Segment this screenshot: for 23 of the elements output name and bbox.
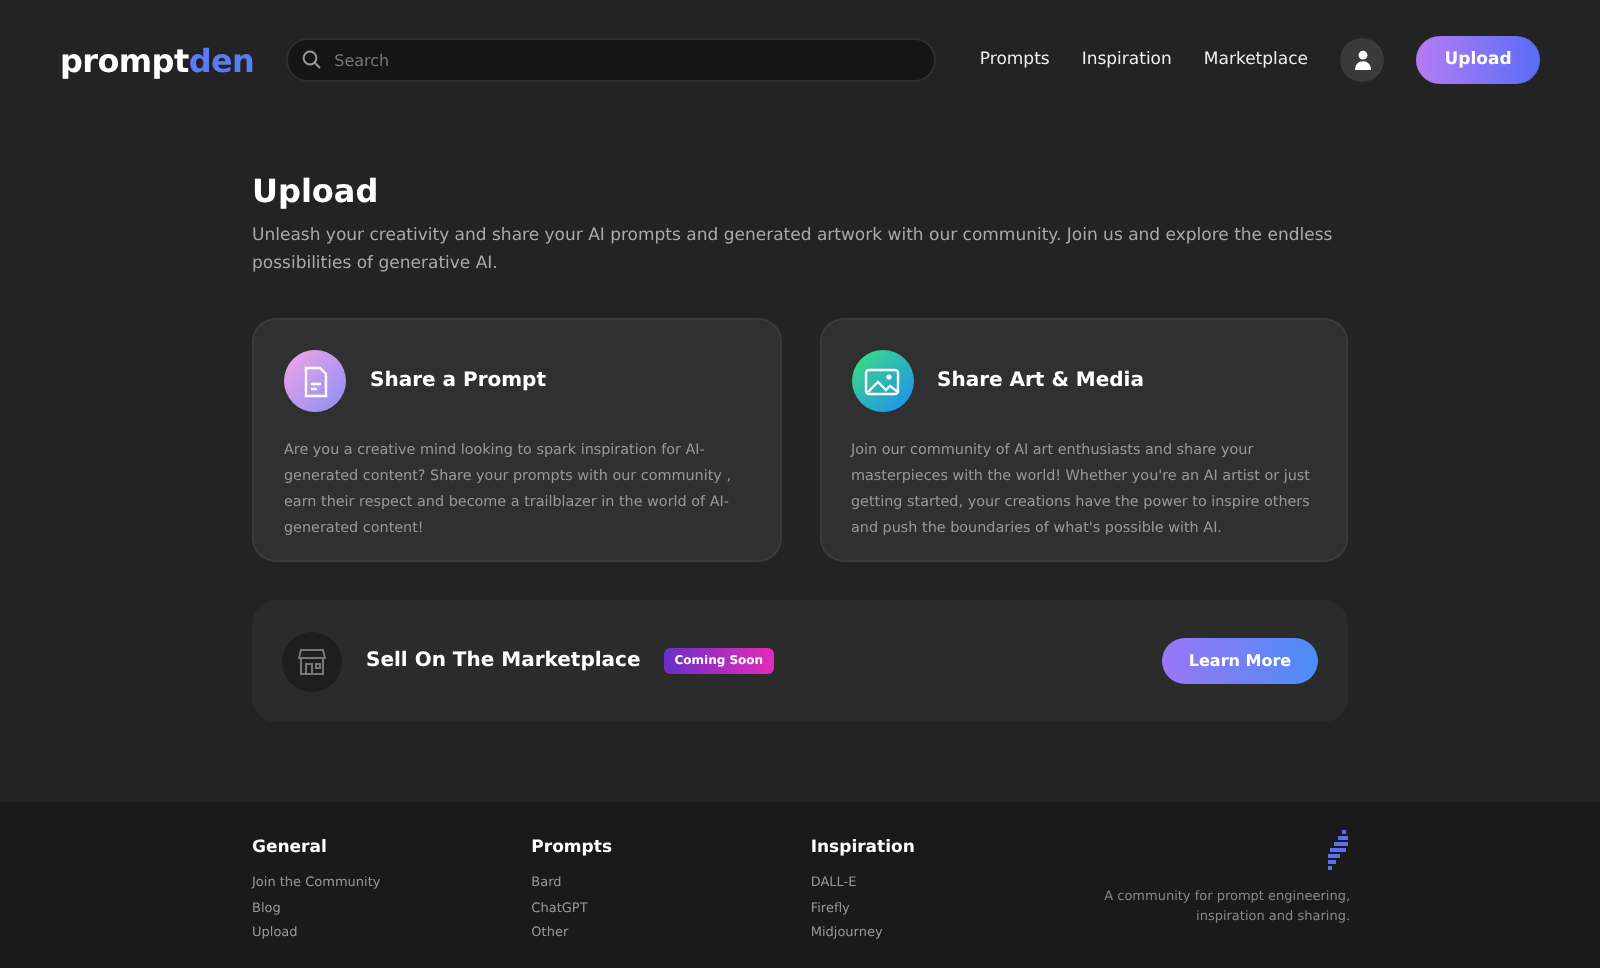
footer-heading: Prompts xyxy=(531,838,614,858)
user-icon[interactable] xyxy=(1340,38,1384,82)
card-title: Share Art & Media xyxy=(937,370,1144,392)
footer-heading: Inspiration xyxy=(810,838,917,858)
option-card[interactable] xyxy=(819,318,1348,562)
storefront-icon xyxy=(282,631,342,691)
learn-more-button[interactable]: Learn More xyxy=(1162,638,1318,684)
marketplace-title: Sell On The Marketplace xyxy=(366,650,641,672)
nav-link[interactable]: Marketplace xyxy=(1203,50,1308,70)
search-field[interactable]: Search xyxy=(286,38,936,82)
nav-link[interactable]: Prompts xyxy=(979,50,1050,70)
intro-text: Unleash your creativity and share your AI prompts and generated artwork with our community. Join us and explore the endless possibilities of generative AI. xyxy=(252,224,1335,278)
card-title: Share a Prompt xyxy=(370,370,546,392)
search-icon xyxy=(302,50,323,70)
upload-button[interactable]: Upload xyxy=(1416,36,1540,84)
logo-mark-icon xyxy=(1326,830,1351,874)
logo[interactable]: promptden xyxy=(60,41,255,79)
image-icon xyxy=(851,350,913,412)
page-title: Upload xyxy=(252,172,381,210)
option-card[interactable] xyxy=(252,318,781,562)
footer-heading: General xyxy=(252,838,329,858)
nav-link[interactable]: Inspiration xyxy=(1081,50,1172,70)
document-icon xyxy=(284,350,346,412)
